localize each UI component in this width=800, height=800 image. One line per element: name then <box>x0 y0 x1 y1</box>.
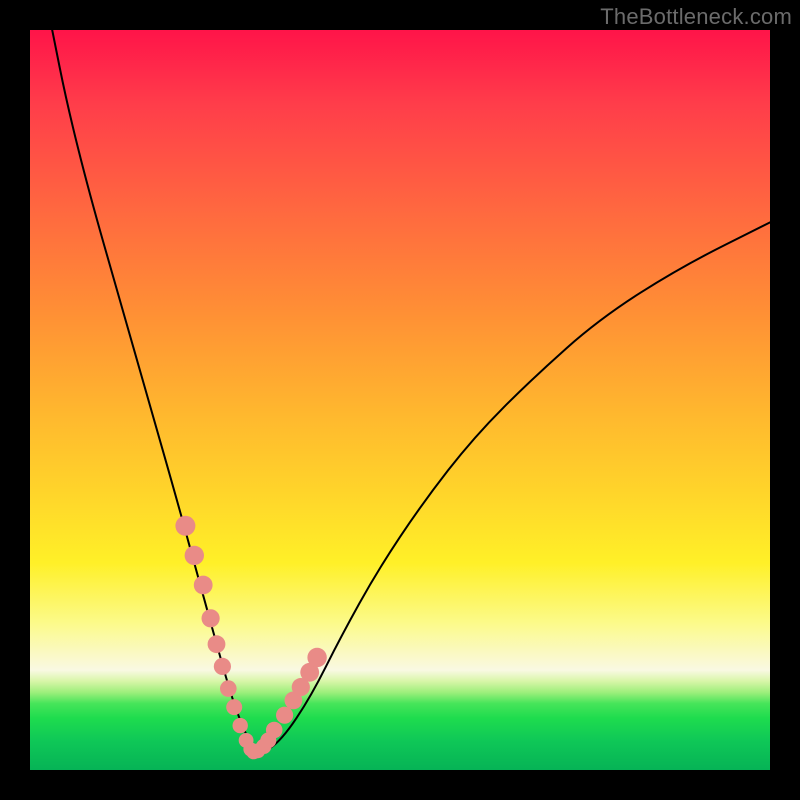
highlight-dot <box>266 722 283 739</box>
highlight-dot <box>208 635 226 653</box>
watermark-text: TheBottleneck.com <box>600 4 792 30</box>
highlight-dot <box>175 516 195 536</box>
highlight-dot <box>226 699 242 715</box>
plot-area <box>30 30 770 770</box>
chart-frame: TheBottleneck.com <box>0 0 800 800</box>
highlight-dot <box>194 576 213 595</box>
highlight-dot <box>233 718 248 733</box>
highlight-dot <box>202 609 220 627</box>
highlight-dot <box>214 658 231 675</box>
highlight-dot <box>185 546 204 565</box>
highlight-dot <box>220 680 237 697</box>
highlight-dots <box>175 516 326 760</box>
bottleneck-curve <box>52 30 770 752</box>
highlight-dot <box>276 707 293 724</box>
curve-layer <box>30 30 770 770</box>
highlight-dot <box>307 648 326 667</box>
